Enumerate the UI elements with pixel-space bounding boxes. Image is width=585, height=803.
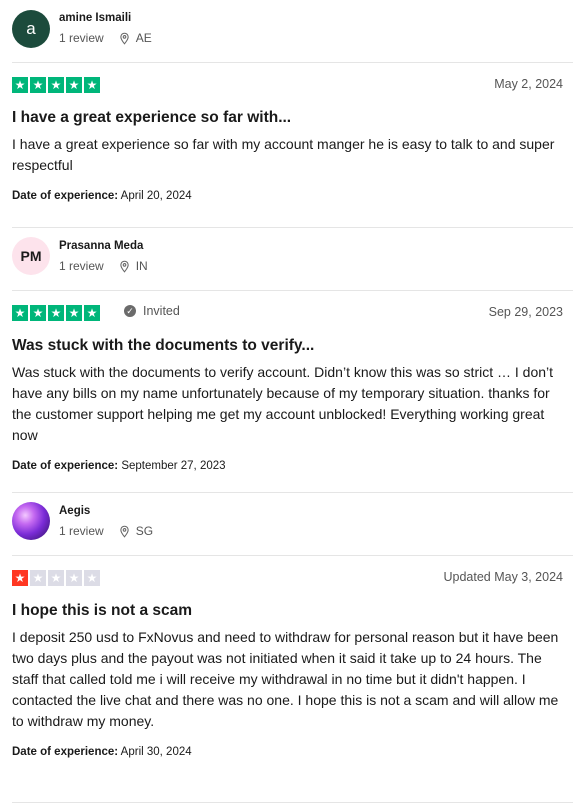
star-icon: ★: [48, 77, 64, 93]
review-date: May 2, 2024: [494, 77, 563, 91]
review-card: a amine Ismaili 1 review AE ★ ★ ★ ★ ★ May 2,…: [0, 0, 585, 227]
star-icon: ★: [12, 305, 28, 321]
star-icon: ★: [12, 77, 28, 93]
review-body: I deposit 250 usd to FxNovus and need to…: [12, 629, 559, 729]
star-rating: ★ ★ ★ ★ ★: [12, 570, 102, 586]
location-pin-icon: [120, 260, 129, 273]
star-icon: ★: [84, 77, 100, 93]
star-icon: ★: [84, 570, 100, 586]
review-date: Sep 29, 2023: [488, 305, 563, 319]
star-icon: ★: [66, 77, 82, 93]
date-of-experience-label: Date of experience:: [12, 460, 119, 472]
avatar[interactable]: PM: [12, 237, 50, 275]
review-title[interactable]: I have a great experience so far with...: [12, 107, 573, 129]
rating-row: ★ ★ ★ ★ ★ Updated May 3, 2024: [12, 556, 573, 592]
invited-label: Invited: [143, 304, 180, 318]
reviewer-name[interactable]: amine Ismaili: [59, 12, 131, 24]
reviewer-info[interactable]: a amine Ismaili 1 review AE: [12, 0, 573, 62]
review-body: I have a great experience so far with my…: [12, 136, 555, 173]
star-icon: ★: [66, 570, 82, 586]
rating-row: ★ ★ ★ ★ ★ May 2, 2024: [12, 63, 573, 99]
location-pin-icon: [120, 32, 129, 45]
star-icon: ★: [30, 305, 46, 321]
review-title[interactable]: Was stuck with the documents to verify..…: [12, 335, 573, 357]
reviewer-meta: 1 review IN: [59, 259, 148, 273]
star-icon: ★: [84, 305, 100, 321]
review-count: 1 review: [59, 31, 104, 45]
reviewer-meta: 1 review SG: [59, 524, 153, 538]
reviewer-country: SG: [135, 524, 154, 538]
invited-badge[interactable]: ✓ Invited: [124, 304, 180, 318]
date-of-experience-value: September 27, 2023: [121, 460, 226, 472]
avatar[interactable]: [12, 502, 50, 540]
date-of-experience: Date of experience: September 27, 2023: [12, 460, 573, 472]
rating-row: ★ ★ ★ ★ ★ ✓ Invited Sep 29, 2023: [12, 291, 573, 327]
star-icon: ★: [30, 77, 46, 93]
reviewer-meta: 1 review AE: [59, 31, 152, 45]
review-card: Aegis 1 review SG ★ ★ ★ ★ ★ Updated May 3, 2…: [0, 493, 585, 802]
review-card: PM Prasanna Meda 1 review IN ★ ★ ★ ★ ★ ✓ Inv…: [0, 228, 585, 492]
review-body: Was stuck with the documents to verify a…: [12, 364, 554, 443]
star-rating: ★ ★ ★ ★ ★: [12, 77, 102, 93]
date-of-experience: Date of experience: April 30, 2024: [12, 746, 573, 758]
reviewer-country: AE: [135, 31, 152, 45]
date-of-experience-label: Date of experience:: [12, 190, 119, 202]
star-icon: ★: [12, 570, 28, 586]
star-icon: ★: [48, 305, 64, 321]
reviewer-name[interactable]: Prasanna Meda: [59, 240, 143, 252]
date-of-experience: Date of experience: April 20, 2024: [12, 190, 573, 202]
review-count: 1 review: [59, 524, 104, 538]
location-pin-icon: [120, 525, 129, 538]
reviewer-info[interactable]: PM Prasanna Meda 1 review IN: [12, 228, 573, 290]
review-title[interactable]: I hope this is not a scam: [12, 600, 573, 622]
date-of-experience-label: Date of experience:: [12, 746, 119, 758]
star-icon: ★: [66, 305, 82, 321]
review-date: Updated May 3, 2024: [443, 570, 563, 584]
avatar[interactable]: a: [12, 10, 50, 48]
date-of-experience-value: April 30, 2024: [120, 746, 192, 758]
review-count: 1 review: [59, 259, 104, 273]
star-icon: ★: [48, 570, 64, 586]
date-of-experience-value: April 20, 2024: [120, 190, 192, 202]
reviewer-name[interactable]: Aegis: [59, 505, 90, 517]
star-icon: ★: [30, 570, 46, 586]
reviewer-info[interactable]: Aegis 1 review SG: [12, 493, 573, 555]
check-icon: ✓: [124, 305, 136, 317]
reviewer-country: IN: [135, 259, 148, 273]
star-rating: ★ ★ ★ ★ ★: [12, 305, 102, 321]
